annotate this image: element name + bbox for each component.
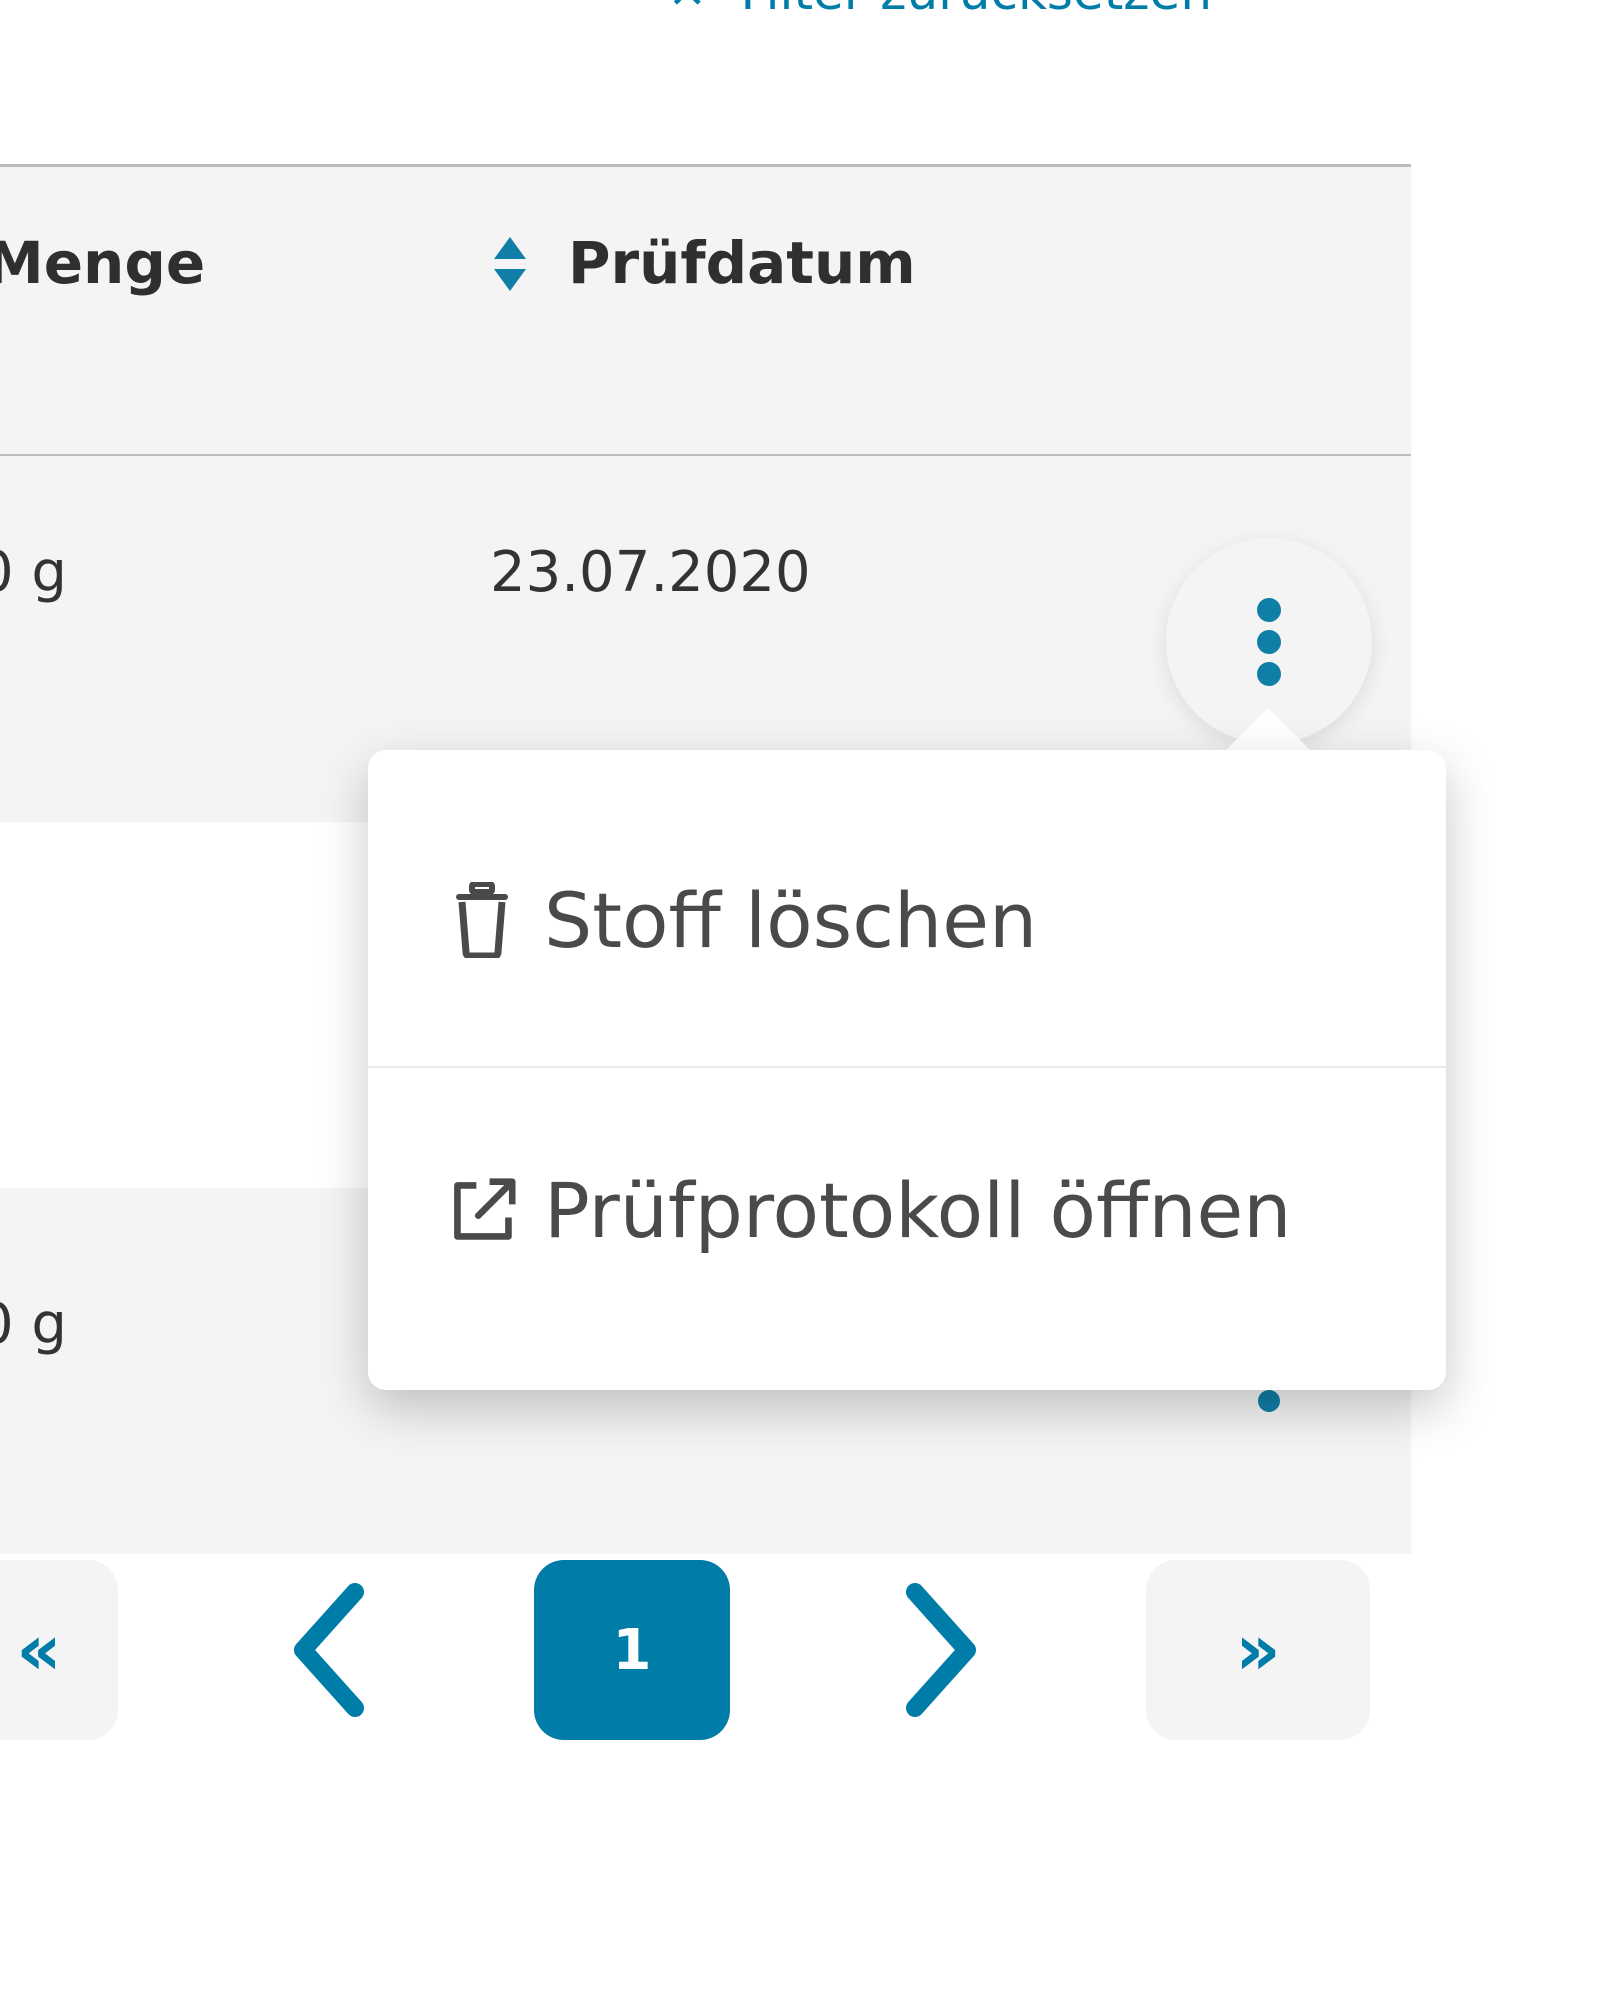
- column-header-pruefdatum[interactable]: Prüfdatum: [568, 229, 916, 297]
- kebab-dot: [1257, 630, 1281, 654]
- last-page-button[interactable]: »: [1146, 1560, 1370, 1740]
- next-page-button[interactable]: [880, 1560, 1000, 1740]
- kebab-dot: [1257, 662, 1281, 686]
- reset-filter-link[interactable]: ✕ Filter zurücksetzen: [668, 0, 1212, 24]
- previous-page-button[interactable]: [270, 1560, 390, 1740]
- cell-pruefdatum: 23.07.2020: [490, 540, 811, 605]
- table-header: Menge Prüfdatum: [0, 164, 1411, 456]
- chevron-right-icon: [906, 1583, 976, 1717]
- row-actions-menu: Stoff löschen Prüfprotokoll öffnen: [368, 750, 1446, 1390]
- row-actions-button-dot[interactable]: [1258, 1390, 1280, 1412]
- menu-item-label: Stoff löschen: [544, 875, 1038, 965]
- page-button-current[interactable]: 1: [534, 1560, 730, 1740]
- double-chevron-right-icon: »: [1235, 1609, 1281, 1691]
- first-page-button[interactable]: «: [0, 1560, 118, 1740]
- sort-icon[interactable]: [490, 233, 530, 295]
- kebab-dot: [1257, 598, 1281, 622]
- menu-item-open-test-report[interactable]: Prüfprotokoll öffnen: [368, 1062, 1446, 1358]
- page-number: 1: [612, 1617, 652, 1683]
- menu-item-label: Prüfprotokoll öffnen: [544, 1165, 1292, 1255]
- close-icon: ✕: [668, 0, 707, 19]
- reset-filter-label: Filter zurücksetzen: [741, 0, 1212, 21]
- cell-menge: 0 g: [0, 540, 67, 605]
- menu-caret: [1224, 708, 1312, 752]
- double-chevron-left-icon: «: [16, 1609, 62, 1691]
- cell-menge: 0 g: [0, 1292, 67, 1357]
- menu-item-delete-substance[interactable]: Stoff löschen: [368, 780, 1446, 1060]
- trash-icon: [448, 882, 516, 958]
- column-header-menge[interactable]: Menge: [0, 229, 205, 297]
- external-link-icon: [448, 1172, 516, 1248]
- chevron-left-icon: [294, 1583, 364, 1717]
